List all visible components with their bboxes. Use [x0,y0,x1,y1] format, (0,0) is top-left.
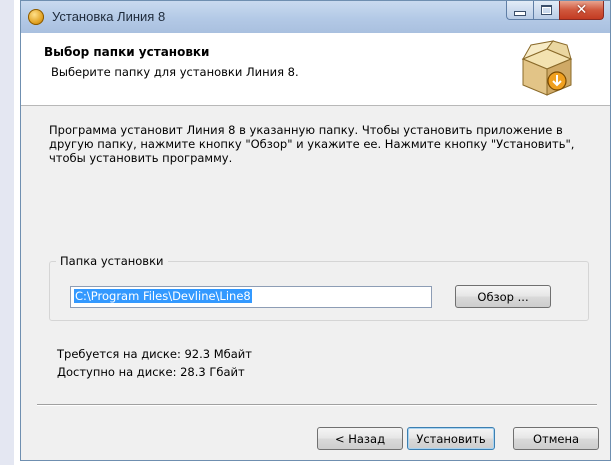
wizard-header: Выбор папки установки Выберите папку для… [21,33,610,106]
minimize-button[interactable] [506,1,533,20]
browse-button[interactable]: Обзор ... [455,285,551,308]
install-folder-label: Папка установки [56,254,168,268]
cancel-button[interactable]: Отмена [513,427,599,450]
instructions-text: Программа установит Линия 8 в указанную … [49,123,575,165]
close-icon: ✕ [575,2,588,18]
install-path-input[interactable]: C:\Program Files\Devline\Line8 [70,286,432,308]
install-button[interactable]: Установить [407,427,495,450]
page-title: Выбор папки установки [44,45,210,59]
box-install-icon [521,40,573,96]
installer-window: Установка Линия 8 ✕ Выбор папки установк… [20,0,611,461]
back-button[interactable]: < Назад [317,427,403,450]
maximize-button[interactable] [533,1,559,20]
close-button[interactable]: ✕ [559,1,604,20]
footer-separator [37,404,597,406]
window-title: Установка Линия 8 [52,9,166,24]
disk-available-text: Доступно на диске: 28.3 Гбайт [57,365,245,379]
minimize-icon [514,10,526,16]
caption-buttons: ✕ [506,1,604,21]
title-bar[interactable]: Установка Линия 8 ✕ [21,1,610,33]
installer-disc-icon [28,9,44,25]
background-strip [0,0,14,465]
install-path-value: C:\Program Files\Devline\Line8 [74,289,252,303]
maximize-icon [541,5,552,15]
page-subtitle: Выберите папку для установки Линия 8. [51,65,299,79]
disk-required-text: Требуется на диске: 92.3 Мбайт [57,347,252,361]
install-folder-group: Папка установки C:\Program Files\Devline… [49,254,589,321]
